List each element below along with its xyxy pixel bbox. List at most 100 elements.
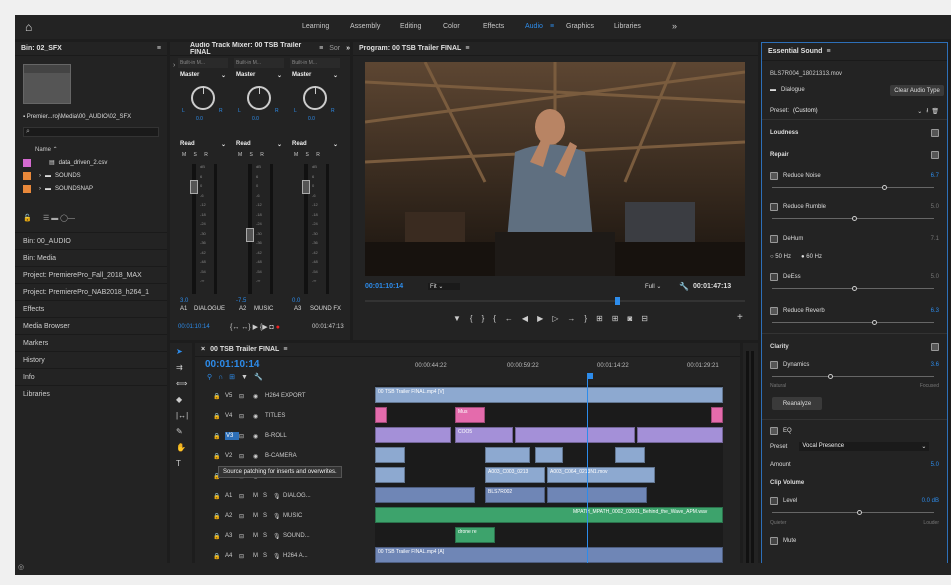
deess-slider[interactable]	[772, 286, 934, 291]
timeline-toolbar[interactable]: ⚲∩⊞▼🔧	[207, 373, 269, 381]
panel-tab-markers[interactable]: Markers	[15, 334, 167, 351]
expand-icon[interactable]: ›	[173, 62, 175, 69]
expand-icon[interactable]: ›	[39, 173, 41, 179]
workspace-color[interactable]: Color	[443, 23, 460, 30]
track-header[interactable]: 🔒 V5 ⊟ ◉ H264 EXPORT	[213, 387, 371, 405]
pan-knob[interactable]	[247, 86, 271, 110]
chevron-down-icon[interactable]: ⌄	[917, 108, 922, 115]
panel-menu-icon[interactable]: ≡	[319, 45, 323, 52]
deess-checkbox[interactable]	[770, 273, 778, 281]
eye-icon[interactable]: ◉	[253, 413, 265, 420]
insert-slot[interactable]: Built-in M...	[234, 58, 284, 68]
ripple-edit-icon[interactable]: ⟺	[176, 379, 187, 388]
lock-icon[interactable]: 🔒	[213, 453, 225, 460]
solo-button[interactable]: S	[263, 513, 273, 519]
list-item[interactable]: ▤ data_driven_2.csv	[23, 156, 159, 169]
mic-icon[interactable]: 🎙	[273, 513, 283, 520]
clip-broll[interactable]	[515, 427, 635, 443]
hand-icon[interactable]: ✋	[176, 443, 186, 452]
fader-track[interactable]	[302, 164, 310, 294]
pan-knob[interactable]	[191, 86, 215, 110]
selection-tool-icon[interactable]: ➤	[176, 347, 183, 356]
fader-value[interactable]: 3.0	[180, 298, 188, 304]
pan-value[interactable]: 0.0	[308, 116, 315, 122]
eye-icon[interactable]: ◉	[253, 393, 265, 400]
close-icon[interactable]: ×	[201, 346, 205, 353]
panel-tab-history[interactable]: History	[15, 351, 167, 368]
program-title[interactable]: Program: 00 TSB Trailer FINAL ≡	[353, 42, 758, 56]
clip-broll[interactable]	[375, 427, 451, 443]
dynamics-checkbox[interactable]	[770, 361, 778, 369]
program-video-frame[interactable]	[365, 62, 745, 276]
eye-icon[interactable]: ◉	[253, 453, 265, 460]
mixer-transport[interactable]: {↔ ↔} ▶ {▶ ◘ ●	[230, 323, 280, 331]
lock-icon[interactable]: 🔒	[213, 553, 225, 560]
name-column-header[interactable]: Name ⌃	[35, 146, 58, 153]
mic-icon[interactable]: 🎙	[273, 533, 283, 540]
track-target[interactable]: A3	[225, 533, 239, 539]
track-target[interactable]: V5	[225, 393, 239, 399]
track-target[interactable]: V3	[225, 432, 239, 440]
workspace-editing[interactable]: Editing	[400, 23, 421, 30]
pen-icon[interactable]: ✎	[176, 427, 183, 436]
workspace-libraries[interactable]: Libraries	[614, 23, 641, 30]
list-item[interactable]: › ▬ SOUNDSNAP	[23, 182, 159, 195]
automation-select[interactable]: Read ⌄	[178, 140, 228, 150]
track-target[interactable]: A4	[225, 553, 239, 559]
panel-menu-icon[interactable]: ≡	[465, 45, 469, 52]
mute-button[interactable]: M	[253, 513, 263, 519]
track-target[interactable]: V4	[225, 413, 239, 419]
clip-bcamera[interactable]	[485, 447, 530, 463]
lock-icon[interactable]: 🔒	[213, 433, 225, 440]
clip-bcamera[interactable]	[375, 447, 405, 463]
panel-tab-bin-audio[interactable]: Bin: 00_AUDIO	[15, 232, 167, 249]
dehum-value[interactable]: 7.1	[931, 236, 939, 242]
track-target[interactable]: A2	[225, 513, 239, 519]
lock-icon[interactable]: 🔒	[213, 533, 225, 540]
eq-checkbox[interactable]	[770, 427, 778, 435]
essential-sound-title[interactable]: Essential Sound ≡	[762, 43, 947, 61]
reduce-rumble-checkbox[interactable]	[770, 203, 778, 211]
workspace-learning[interactable]: Learning	[302, 23, 329, 30]
repair-checkbox[interactable]	[931, 151, 939, 159]
clip-title[interactable]	[375, 407, 387, 423]
panel-tab-media-browser[interactable]: Media Browser	[15, 317, 167, 334]
loudness-section[interactable]: Loudness	[770, 129, 939, 137]
lock-icon[interactable]: 🔒	[213, 513, 225, 520]
clip-bcamera[interactable]	[615, 447, 645, 463]
reduce-rumble-slider[interactable]	[772, 216, 934, 221]
clip-h264-audio[interactable]: 00 TSB Trailer FINAL.mp4 [A]	[375, 547, 723, 563]
panel-tab-info[interactable]: Info	[15, 368, 167, 385]
timeline-tracks[interactable]: 00 TSB Trailer FINAL.mp4 [V] Mus COO5 A0…	[375, 375, 723, 565]
menu-icon[interactable]: ≡	[550, 23, 554, 30]
track-header[interactable]: 🔒 V4 ⊟ ◉ TITLES	[213, 407, 371, 425]
clear-audio-type-button[interactable]: Clear Audio Type	[890, 85, 944, 96]
level-slider[interactable]	[772, 510, 934, 515]
bus-select[interactable]: Master ⌄	[234, 71, 284, 81]
track-target[interactable]: V2	[225, 453, 239, 459]
bin-thumbnail[interactable]	[23, 64, 71, 104]
mixer-timecode[interactable]: 00:01:10:14	[178, 324, 210, 330]
workspace-assembly[interactable]: Assembly	[350, 23, 380, 30]
insert-slot[interactable]: Built-in M...	[178, 58, 228, 68]
track-header[interactable]: 🔒 A2 ⊟ M S 🎙 MUSIC	[213, 507, 371, 525]
sync-lock-icon[interactable]: ⊟	[239, 533, 253, 540]
expand-icon[interactable]: ›	[39, 186, 41, 192]
reduce-rumble-value[interactable]: 5.0	[931, 204, 939, 210]
home-icon[interactable]: ⌂	[25, 20, 32, 34]
list-item[interactable]: › ▬ SOUNDS	[23, 169, 159, 182]
delete-preset-icon[interactable]: 🗑	[931, 108, 939, 115]
time-ruler[interactable]: 00:00:44:22 00:00:59:22 00:01:14:22 00:0…	[375, 363, 735, 383]
slip-icon[interactable]: |↔|	[176, 411, 188, 420]
workspace-graphics[interactable]: Graphics	[566, 23, 594, 30]
track-target[interactable]: A1	[225, 493, 239, 499]
track-header[interactable]: 🔒 A1 ⊟ M S 🎙 DIALOG...	[213, 487, 371, 505]
slider-knob[interactable]	[872, 320, 877, 325]
level-value[interactable]: 0.0 dB	[922, 498, 939, 504]
reduce-reverb-slider[interactable]	[772, 320, 934, 325]
program-timecode[interactable]: 00:01:10:14	[365, 283, 403, 290]
lock-icon[interactable]: 🔒	[213, 413, 225, 420]
solo-button[interactable]: S	[263, 493, 273, 499]
reanalyze-button[interactable]: Reanalyze	[772, 397, 822, 410]
more-workspaces-icon[interactable]: »	[672, 21, 677, 31]
